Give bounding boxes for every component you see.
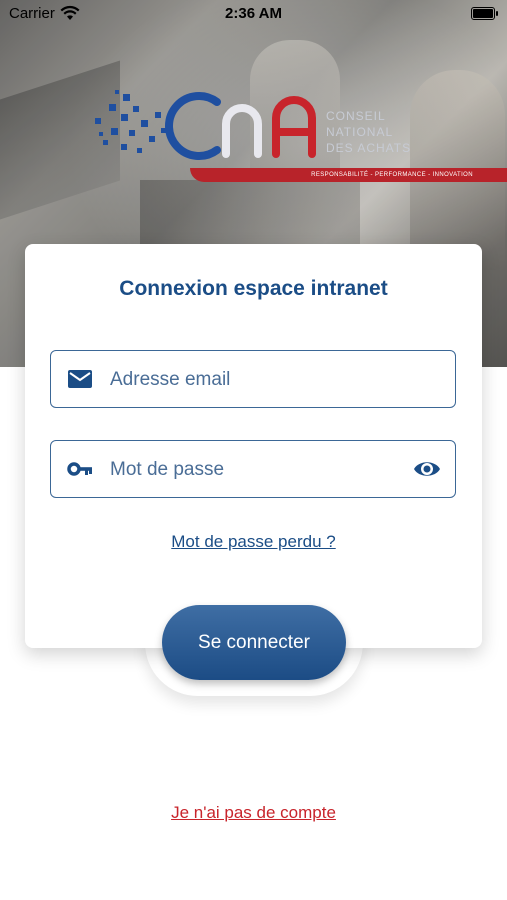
envelope-icon (68, 370, 92, 388)
logo-name: CONSEIL NATIONAL DES ACHATS (326, 109, 412, 155)
email-field[interactable] (50, 350, 456, 409)
clock: 2:36 AM (225, 5, 282, 22)
page-title: Connexion espace intranet (119, 277, 388, 300)
forgot-password-link[interactable]: Mot de passe perdu ? (25, 532, 482, 552)
logo-tagline: RESPONSABILITÉ - PERFORMANCE - INNOVATIO… (190, 168, 507, 182)
logo-na-letters-icon (222, 96, 316, 158)
cna-logo: CONSEIL NATIONAL DES ACHATS RESPONSABILI… (95, 88, 507, 188)
status-bar: Carrier 2:36 AM (0, 0, 507, 28)
key-icon (67, 462, 92, 476)
login-button[interactable]: Se connecter (162, 605, 346, 680)
password-field[interactable] (50, 440, 456, 499)
battery-icon (471, 7, 498, 20)
eye-icon[interactable] (413, 457, 441, 481)
email-input[interactable] (108, 351, 402, 409)
signup-link[interactable]: Je n'ai pas de compte (0, 803, 507, 823)
logo-dots-and-letters-icon (95, 90, 221, 160)
password-input[interactable] (108, 441, 402, 499)
